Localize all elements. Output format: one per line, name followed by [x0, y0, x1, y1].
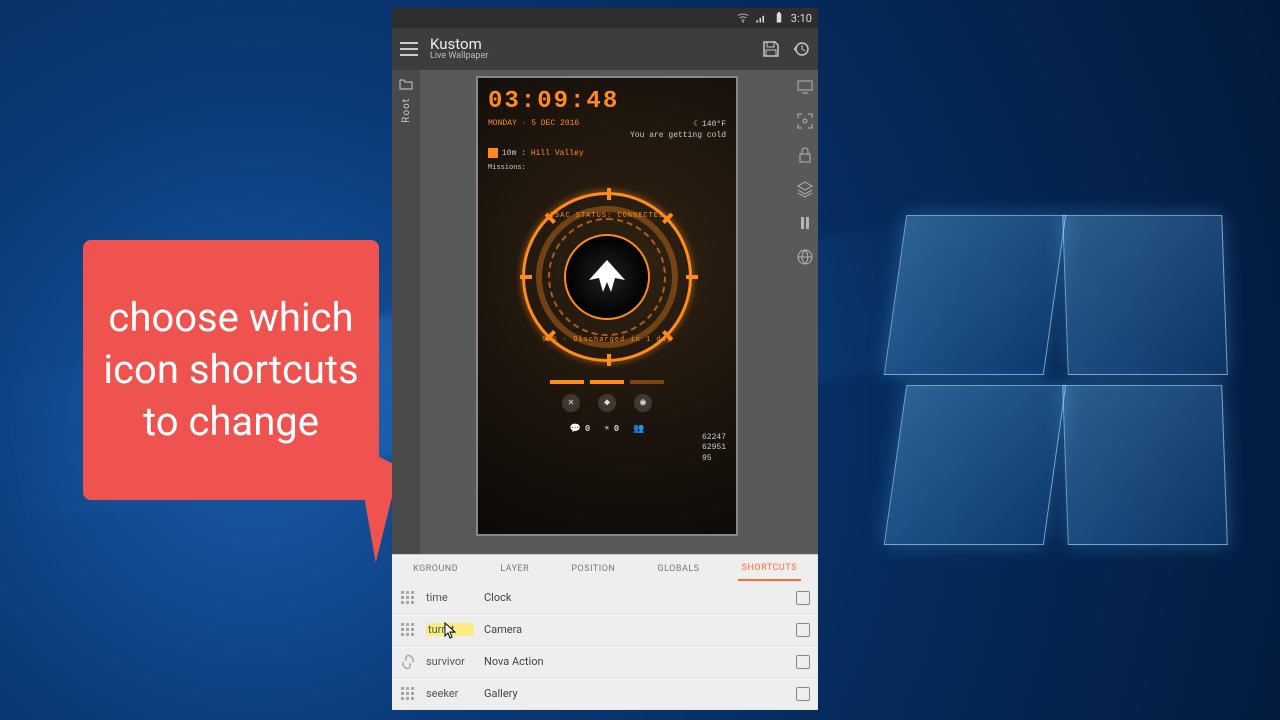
eagle-icon	[577, 252, 637, 302]
history-icon[interactable]	[792, 40, 810, 58]
monitor-icon[interactable]	[796, 78, 814, 96]
app-toolbar: Kustom Live Wallpaper	[392, 28, 818, 70]
preview-bottom-row: 💬 0 ☀ 0 👥	[488, 424, 726, 434]
menu-icon[interactable]	[400, 42, 418, 56]
preview-clock: 03:09:48	[488, 88, 726, 115]
circular-badge: ISAC STATUS: CONNECTED 95% · Discharged …	[522, 192, 692, 362]
preview-date: MONDAY · 5 DEC 2016	[488, 119, 579, 129]
focus-icon[interactable]	[796, 112, 814, 130]
checkbox[interactable]	[796, 655, 810, 669]
grid-icon	[400, 686, 416, 702]
shortcut-row-time[interactable]: time Clock	[392, 582, 818, 614]
callout-text: choose which icon shortcuts to change	[101, 292, 361, 448]
checkbox[interactable]	[796, 687, 810, 701]
save-icon[interactable]	[762, 40, 780, 58]
preview-location: 10m : Hill Valley	[488, 148, 726, 158]
preview-weather: ☾140°F	[693, 119, 726, 129]
tab-background[interactable]: KGROUND	[409, 558, 462, 580]
tab-globals[interactable]: GLOBALS	[653, 558, 703, 580]
preview-bars	[488, 380, 726, 384]
grid-icon	[400, 590, 416, 606]
link-icon	[400, 654, 416, 670]
battery-icon	[773, 12, 785, 24]
shortcut-row-seeker[interactable]: seeker Gallery	[392, 678, 818, 710]
preview-stats: 62247 62951 95	[702, 433, 726, 464]
grid-icon	[400, 622, 416, 638]
checkbox[interactable]	[796, 623, 810, 637]
tab-position[interactable]: POSITION	[567, 558, 619, 580]
wallpaper-preview[interactable]: 03:09:48 MONDAY · 5 DEC 2016 ☾140°F You …	[476, 76, 738, 536]
annotation-callout: choose which icon shortcuts to change	[83, 240, 379, 500]
layers-icon[interactable]	[796, 180, 814, 198]
preview-weather-msg: You are getting cold	[630, 131, 726, 140]
shortcuts-list: time Clock turret Camera survivor Nova A…	[392, 582, 818, 710]
wifi-icon	[737, 12, 749, 24]
app-subtitle: Live Wallpaper	[430, 52, 750, 62]
folder-icon	[399, 78, 413, 90]
tab-layer[interactable]: LAYER	[496, 558, 533, 580]
globe-icon[interactable]	[796, 248, 814, 266]
root-tab[interactable]: Root	[392, 70, 420, 554]
preview-skill-row: ✕◆◉	[488, 394, 726, 412]
windows-logo	[895, 215, 1225, 555]
editor-canvas: Root 03:09:48 MONDAY · 5 DEC 2016 ☾140°F…	[392, 70, 818, 554]
lock-icon[interactable]	[796, 146, 814, 164]
mouse-cursor	[444, 622, 458, 640]
pause-icon[interactable]	[796, 214, 814, 232]
editor-tabbar: KGROUND LAYER POSITION GLOBALS SHORTCUTS	[392, 554, 818, 582]
canvas-tool-column	[796, 78, 814, 266]
android-statusbar: 3:10	[392, 8, 818, 28]
emulator-window: 3:10 Kustom Live Wallpaper Root 03:09:48	[392, 8, 818, 710]
missions-label: Missions:	[488, 164, 726, 172]
app-title: Kustom	[430, 36, 750, 53]
status-time: 3:10	[791, 12, 812, 25]
checkbox[interactable]	[796, 591, 810, 605]
tab-shortcuts[interactable]: SHORTCUTS	[738, 557, 801, 581]
shortcut-row-survivor[interactable]: survivor Nova Action	[392, 646, 818, 678]
signal-icon	[755, 12, 767, 24]
